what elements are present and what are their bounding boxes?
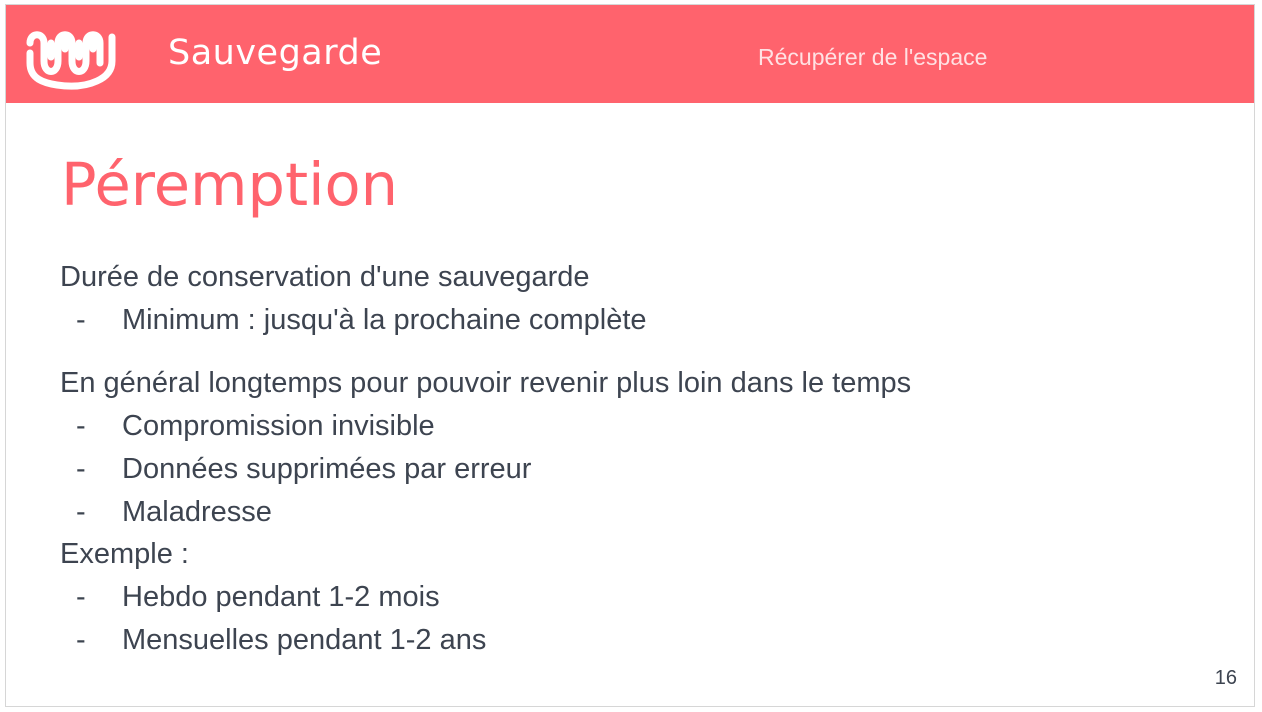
bullet-dash: - [76,581,86,613]
page-title: Péremption [61,150,398,219]
slide: Sauvegarde Récupérer de l'espace Pérempt… [5,4,1255,707]
header-section-label: Récupérer de l'espace [758,44,988,70]
list-item-text: Mensuelles pendant 1-2 ans [122,624,487,656]
page-number: 16 [1214,667,1237,689]
paragraph-example: Exemple : [60,538,189,570]
bullet-dash: - [76,410,86,442]
slide-header: Sauvegarde Récupérer de l'espace [6,5,1254,103]
bullet-dash: - [76,496,86,528]
list-item-text: Hebdo pendant 1-2 mois [122,581,440,613]
list-item-text: Compromission invisible [122,410,435,442]
paragraph-general: En général longtemps pour pouvoir reveni… [60,367,912,399]
bullet-dash: - [76,624,86,656]
list-item-text: Minimum : jusqu'à la prochaine complète [122,304,647,336]
bullet-dash: - [76,304,86,336]
paragraph-duration: Durée de conservation d'une sauvegarde [60,261,590,293]
header-title: Sauvegarde [168,33,383,73]
wave-logo-icon [26,31,116,90]
bullet-dash: - [76,453,86,485]
list-item-text: Maladresse [122,496,272,528]
list-item-text: Données supprimées par erreur [122,453,532,485]
